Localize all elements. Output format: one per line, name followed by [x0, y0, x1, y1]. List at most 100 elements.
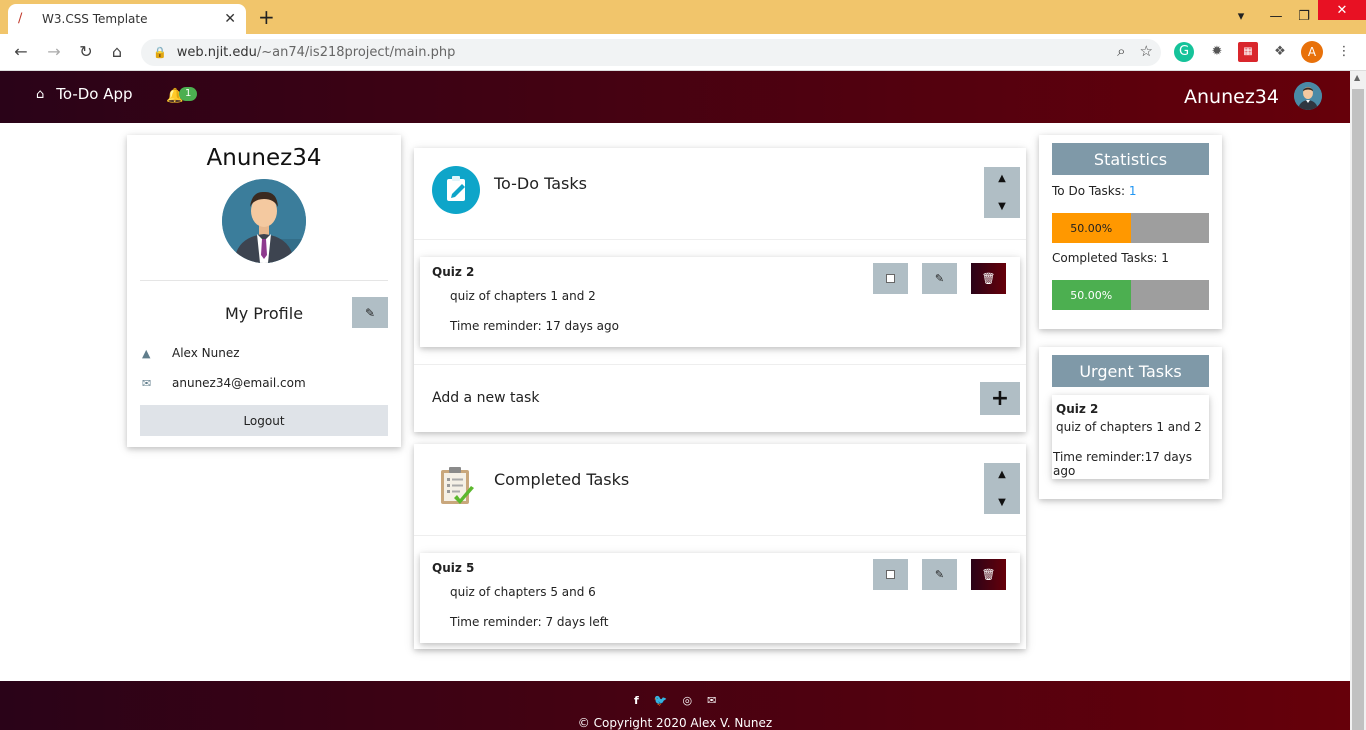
edit-profile-button[interactable]: ✎	[352, 297, 388, 328]
completed-collapse-toggle[interactable]: ▲ ▼	[984, 463, 1020, 514]
envelope-icon[interactable]: ✉	[707, 694, 716, 707]
grammarly-extension-icon[interactable]: G	[1174, 42, 1194, 62]
forward-icon[interactable]: →	[43, 41, 65, 63]
tab-title: W3.CSS Template	[42, 12, 148, 26]
trash-icon: 🗑	[981, 272, 996, 285]
back-icon[interactable]: ←	[10, 41, 32, 63]
minimize-icon[interactable]: —	[1262, 2, 1290, 30]
red-extension-icon[interactable]: ▦	[1238, 42, 1258, 62]
zoom-icon[interactable]: ⌕	[1117, 42, 1125, 60]
maximize-icon[interactable]: ❐	[1292, 2, 1316, 30]
profile-email-row: ✉ anunez34@email.com	[142, 376, 306, 390]
task-item: Quiz 2 quiz of chapters 1 and 2 Time rem…	[420, 257, 1020, 347]
instagram-icon[interactable]: ◎	[683, 694, 693, 707]
bookmark-star-icon[interactable]: ☆	[1140, 42, 1153, 60]
completed-tasks-card: Completed Tasks ▲ ▼ Quiz 5 quiz of chapt…	[414, 444, 1026, 649]
user-icon: ▲	[142, 346, 151, 360]
social-links: f 🐦 ◎ ✉	[634, 694, 716, 707]
envelope-icon: ✉	[142, 376, 152, 390]
url-text: web.njit.edu/~an74/is218project/main.php	[177, 45, 456, 60]
todo-tasks-title: To-Do Tasks	[494, 174, 587, 193]
lock-icon: 🔒	[153, 46, 167, 59]
nav-avatar[interactable]	[1294, 82, 1322, 110]
task-description: quiz of chapters 1 and 2	[450, 289, 596, 303]
add-task-button[interactable]: +	[980, 382, 1020, 415]
delete-task-button[interactable]: 🗑	[971, 559, 1006, 590]
close-tab-icon[interactable]: ✕	[224, 11, 236, 27]
browser-menu-icon[interactable]: ⋮	[1334, 42, 1354, 62]
profile-email: anunez34@email.com	[172, 376, 306, 390]
edit-task-button[interactable]: ✎	[922, 263, 957, 294]
user-avatar-icon	[222, 179, 306, 263]
urgent-task-item: Quiz 2 quiz of chapters 1 and 2 Time rem…	[1052, 395, 1209, 479]
tab-search-icon[interactable]: ▾	[1231, 2, 1251, 30]
reload-icon[interactable]: ↻	[75, 41, 97, 63]
facebook-icon[interactable]: f	[634, 694, 639, 707]
extensions-puzzle-icon[interactable]: ❖	[1270, 42, 1290, 62]
complete-task-checkbox[interactable]	[873, 559, 908, 590]
profile-name-row: ▲ Alex Nunez	[142, 346, 240, 360]
urgent-tasks-title: Urgent Tasks	[1052, 355, 1209, 387]
home-icon[interactable]: ⌂	[106, 41, 128, 63]
favicon-icon: ∕	[18, 11, 23, 26]
completed-checklist-icon	[432, 462, 480, 510]
completed-progress-bar: 50.00%	[1052, 280, 1209, 310]
profile-card: Anunez34 My Profile ✎ ▲ Alex Nunez ✉ anu…	[127, 135, 401, 447]
todo-count-value: 1	[1128, 184, 1137, 198]
notification-badge: 1	[179, 87, 198, 101]
home-icon: ⌂	[36, 86, 45, 102]
browser-tab[interactable]: ∕ W3.CSS Template ✕	[8, 4, 246, 34]
home-link[interactable]: ⌂ To-Do App	[36, 85, 133, 103]
task-item: Quiz 5 quiz of chapters 5 and 6 Time rem…	[420, 553, 1020, 643]
caret-up-icon[interactable]: ▲	[998, 469, 1006, 480]
twitter-icon[interactable]: 🐦	[654, 694, 668, 707]
checkbox-icon	[886, 570, 895, 579]
profile-avatar	[222, 179, 306, 263]
add-task-row: Add a new task +	[414, 364, 1026, 432]
profile-divider	[140, 280, 388, 281]
caret-down-icon[interactable]: ▼	[998, 201, 1006, 212]
browser-profile-avatar[interactable]: A	[1301, 41, 1323, 63]
edit-task-button[interactable]: ✎	[922, 559, 957, 590]
caret-up-icon[interactable]: ▲	[998, 173, 1006, 184]
user-avatar-icon	[1294, 82, 1322, 110]
page-scrollbar[interactable]: ▲	[1350, 71, 1366, 730]
pencil-icon: ✎	[934, 272, 945, 285]
checkbox-icon	[886, 274, 895, 283]
todo-count-label: To Do Tasks: 1	[1052, 184, 1137, 198]
page-footer: f 🐦 ◎ ✉ © Copyright 2020 Alex V. Nunez	[0, 681, 1350, 730]
delete-task-button[interactable]: 🗑	[971, 263, 1006, 294]
task-name: Quiz 5	[432, 561, 475, 575]
statistics-card: Statistics To Do Tasks: 1 50.00% Complet…	[1039, 135, 1222, 329]
logout-button[interactable]: Logout	[140, 405, 388, 436]
url-input[interactable]: 🔒 web.njit.edu/~an74/is218project/main.p…	[141, 39, 1161, 66]
plus-icon: +	[990, 386, 1010, 411]
browser-tab-bar: ∕ W3.CSS Template ✕ + ▾ — ❐ ✕	[0, 0, 1366, 34]
todo-collapse-toggle[interactable]: ▲ ▼	[984, 167, 1020, 218]
scroll-up-icon[interactable]: ▲	[1354, 73, 1360, 82]
bug-extension-icon[interactable]: ✹	[1207, 42, 1227, 62]
urgent-task-reminder: Time reminder:17 days ago	[1053, 450, 1193, 478]
todo-tasks-card: To-Do Tasks ▲ ▼ Quiz 2 quiz of chapters …	[414, 148, 1026, 432]
url-host: web.njit.edu	[176, 45, 257, 60]
urgent-tasks-card: Urgent Tasks Quiz 2 quiz of chapters 1 a…	[1039, 347, 1222, 499]
new-tab-icon[interactable]: +	[258, 5, 275, 29]
task-description: quiz of chapters 5 and 6	[450, 585, 596, 599]
copyright-text: © Copyright 2020 Alex V. Nunez	[577, 716, 773, 730]
task-name: Quiz 2	[432, 265, 475, 279]
completed-progress-fill: 50.00%	[1052, 280, 1131, 310]
task-reminder: Time reminder: 17 days ago	[450, 319, 619, 333]
urgent-task-name: Quiz 2	[1056, 402, 1099, 416]
task-reminder: Time reminder: 7 days left	[450, 615, 609, 629]
complete-task-checkbox[interactable]	[873, 263, 908, 294]
completed-tasks-title: Completed Tasks	[494, 470, 630, 489]
caret-down-icon[interactable]: ▼	[998, 497, 1006, 508]
browser-address-bar: ← → ↻ ⌂ 🔒 web.njit.edu/~an74/is218projec…	[0, 34, 1366, 71]
scrollbar-thumb[interactable]	[1352, 89, 1364, 730]
todo-count-text: To Do Tasks:	[1052, 184, 1129, 198]
todo-clipboard-icon	[432, 166, 480, 214]
window-close-icon[interactable]: ✕	[1318, 0, 1366, 20]
add-task-label: Add a new task	[432, 390, 540, 406]
nav-username[interactable]: Anunez34	[1184, 86, 1279, 108]
todo-progress-fill: 50.00%	[1052, 213, 1131, 243]
